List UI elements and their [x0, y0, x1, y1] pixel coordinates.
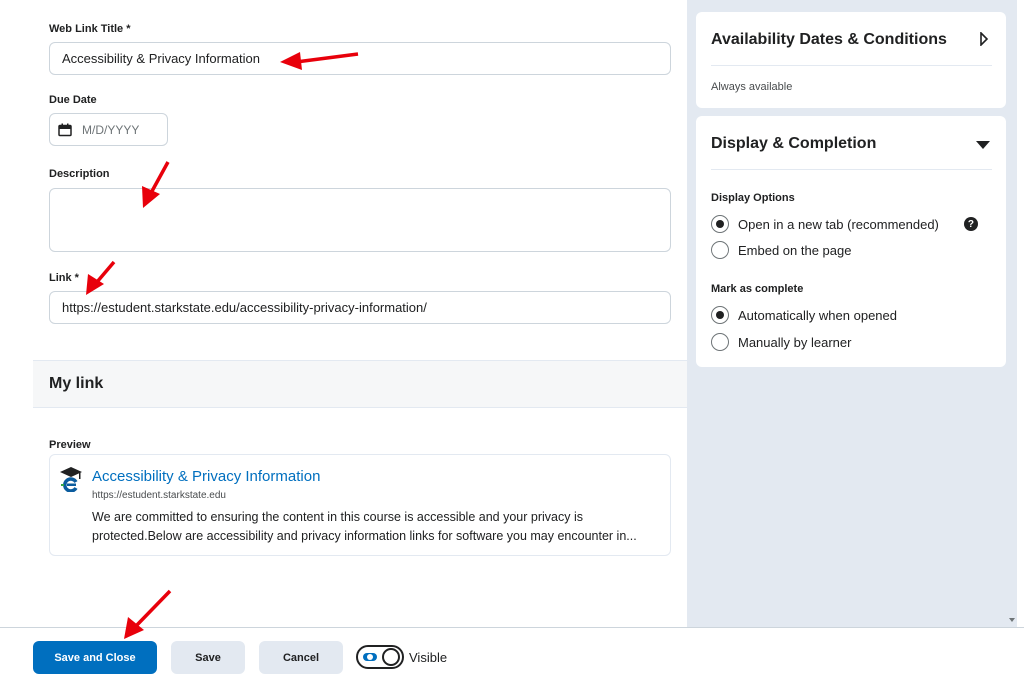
preview-description: We are committed to ensuring the content… [92, 510, 637, 543]
display-divider [711, 169, 992, 170]
radio-manual-control[interactable] [711, 333, 729, 351]
availability-divider [711, 65, 992, 66]
link-input[interactable]: https://estudent.starkstate.edu/accessib… [49, 291, 671, 324]
my-link-heading: My link [33, 360, 687, 408]
scroll-down-icon[interactable] [1009, 618, 1015, 622]
visibility-toggle[interactable] [356, 645, 404, 669]
title-label: Web Link Title * [49, 23, 131, 35]
radio-embed-control[interactable] [711, 241, 729, 259]
visible-label: Visible [409, 650, 448, 665]
mark-complete-label: Mark as complete [711, 283, 804, 295]
save-and-close-button[interactable]: Save and Close [33, 641, 157, 674]
radio-new-tab-label: Open in a new tab (recommended) [738, 216, 939, 232]
radio-embed-label: Embed on the page [738, 242, 852, 258]
preview-url: https://estudent.starkstate.edu [92, 490, 226, 501]
web-link-form: Web Link Title * Accessibility & Privacy… [0, 0, 687, 627]
scrollbar[interactable] [1017, 0, 1024, 627]
save-button[interactable]: Save [171, 641, 245, 674]
display-completion-card: Display & Completion Display Options Ope… [696, 116, 1006, 367]
link-label: Link * [49, 272, 79, 284]
radio-auto-control[interactable] [711, 306, 729, 324]
graduation-logo-icon [60, 467, 82, 492]
radio-new-tab[interactable]: Open in a new tab (recommended) ? [711, 215, 978, 233]
side-panel: Availability Dates & Conditions Always a… [687, 0, 1017, 627]
availability-status: Always available [711, 81, 793, 93]
due-date-input[interactable]: M/D/YYYY [49, 113, 168, 146]
radio-auto-label: Automatically when opened [738, 307, 897, 323]
help-icon[interactable]: ? [963, 217, 978, 231]
radio-manual-complete[interactable]: Manually by learner [711, 333, 851, 351]
radio-embed[interactable]: Embed on the page [711, 241, 851, 259]
action-footer: Save and Close Save Cancel Visible [0, 627, 1024, 681]
display-heading[interactable]: Display & Completion [711, 135, 876, 153]
description-input[interactable] [49, 188, 671, 252]
radio-auto-complete[interactable]: Automatically when opened [711, 306, 897, 324]
cancel-button[interactable]: Cancel [259, 641, 343, 674]
due-date-label: Due Date [49, 94, 97, 106]
calendar-icon [58, 123, 72, 136]
availability-card[interactable]: Availability Dates & Conditions Always a… [696, 12, 1006, 108]
chevron-down-icon[interactable] [975, 140, 991, 150]
toggle-knob [382, 648, 400, 666]
display-options-label: Display Options [711, 192, 795, 204]
radio-new-tab-control[interactable] [711, 215, 729, 233]
title-input[interactable]: Accessibility & Privacy Information [49, 42, 671, 75]
link-preview-card: Accessibility & Privacy Information http… [49, 454, 671, 556]
availability-heading[interactable]: Availability Dates & Conditions [711, 31, 947, 49]
toggle-eye-icon [363, 653, 377, 661]
radio-manual-label: Manually by learner [738, 334, 852, 350]
due-date-placeholder: M/D/YYYY [82, 122, 140, 137]
chevron-right-icon[interactable] [979, 32, 989, 46]
preview-title-link[interactable]: Accessibility & Privacy Information [92, 468, 320, 485]
preview-label: Preview [49, 439, 91, 451]
description-label: Description [49, 168, 110, 180]
